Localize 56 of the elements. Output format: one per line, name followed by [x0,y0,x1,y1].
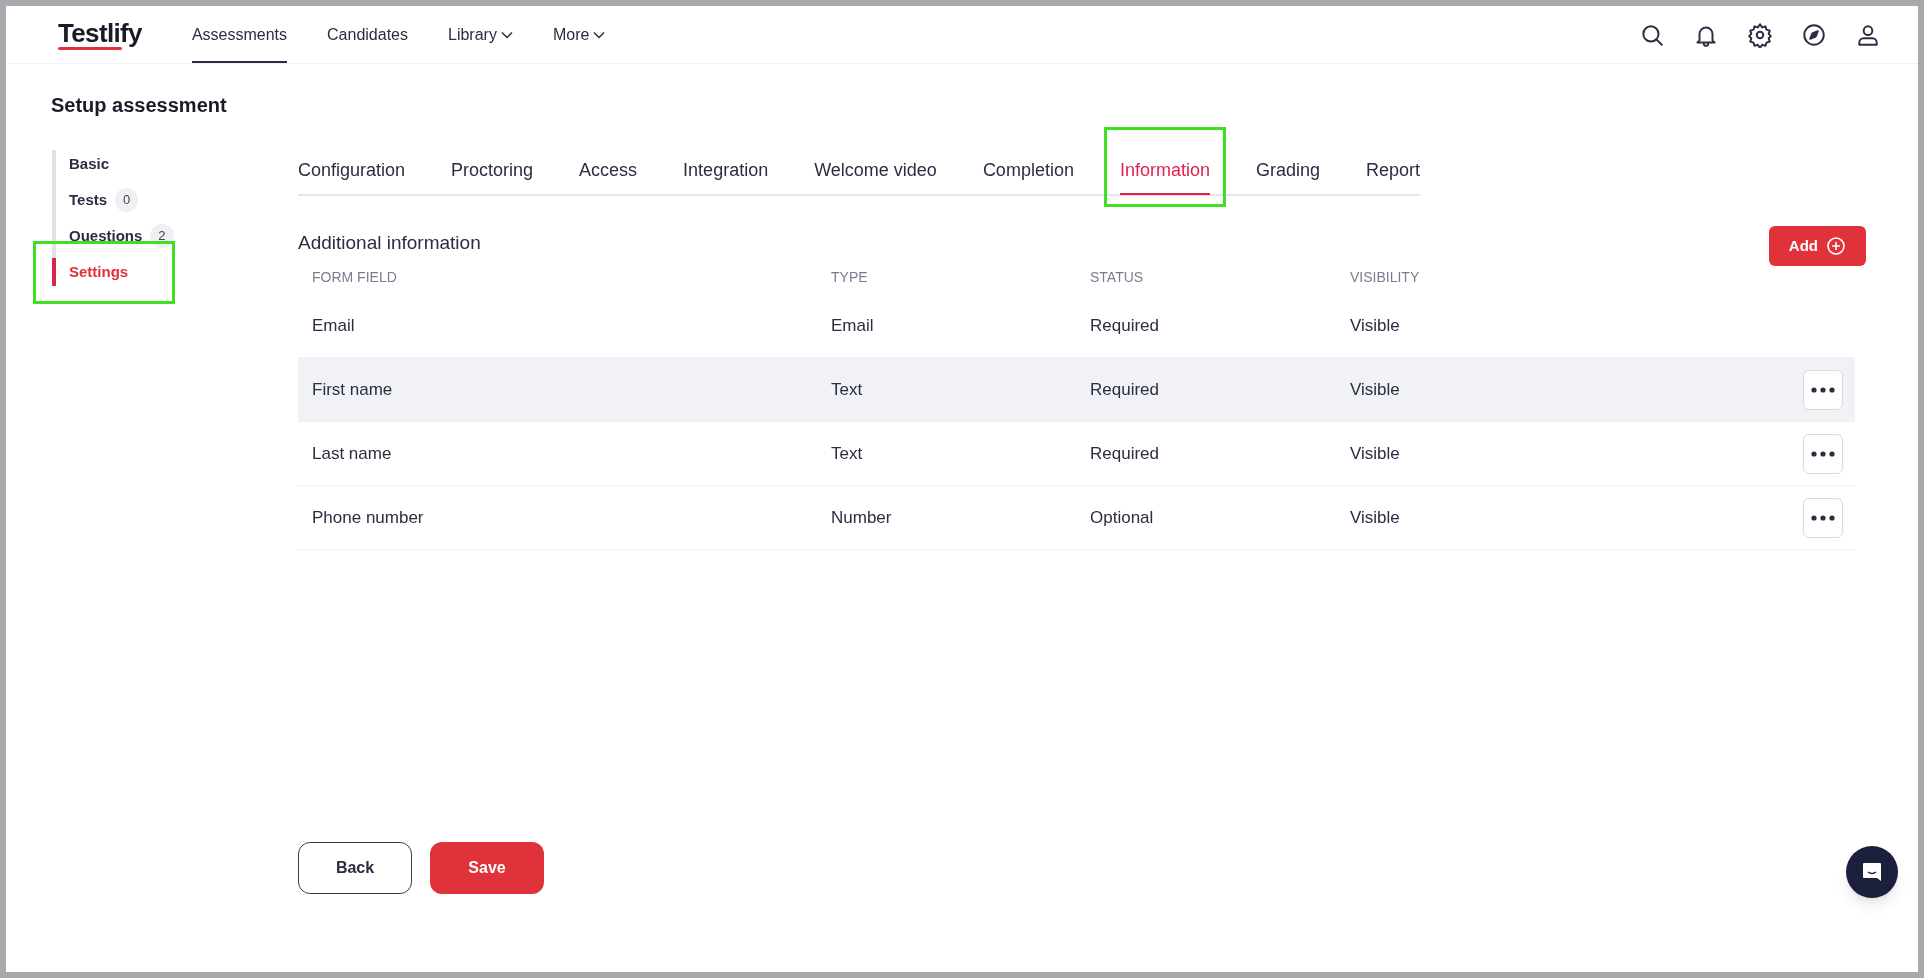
back-button[interactable]: Back [298,842,412,894]
tab[interactable]: Information [1119,152,1210,194]
column-header: VISIBILITY [1350,267,1420,287]
column-header: TYPE [831,267,868,287]
table-cell-text: Email [831,314,874,337]
chat-icon [1861,861,1883,883]
sidebar-item[interactable]: Settings [52,258,298,286]
table-cell-text: Phone number [312,506,424,529]
column-header: FORM FIELD [312,267,397,287]
tab[interactable]: Proctoring [451,152,534,194]
tab[interactable]: Grading [1255,152,1320,194]
table-cell-text: Last name [312,442,392,465]
column-header: STATUS [1090,267,1144,287]
more-button[interactable] [1803,497,1843,538]
table-cell-text: Required [1090,442,1159,465]
tab[interactable]: Integration [683,152,769,194]
tab[interactable]: Access [579,152,638,194]
table-cell-text: Visible [1350,506,1400,529]
more-icon [1811,386,1835,393]
page-title: Setup assessment [51,93,228,118]
more-button[interactable] [1803,369,1843,410]
logo-underline [58,46,122,50]
tab[interactable]: Completion [982,152,1074,194]
table-cell-text: Required [1090,378,1159,401]
chat-button[interactable] [1846,846,1898,898]
tab[interactable]: Welcome video [814,152,937,194]
table-cell-text: Visible [1350,378,1400,401]
table-cell-text: Required [1090,314,1159,337]
table-cell-text: Email [312,314,355,337]
table-cell-text: Visible [1350,442,1400,465]
sidebar-item[interactable]: Basic [52,150,298,178]
plus-circle-icon [1826,236,1846,256]
sidebar-item[interactable]: Questions 2 [52,222,298,250]
table-cell-text: Visible [1350,314,1400,337]
more-button[interactable] [1803,433,1843,474]
save-button[interactable]: Save [430,842,544,894]
nav-link[interactable]: Assessments [171,6,308,63]
nav-link[interactable]: Candidates [307,6,428,63]
nav-link[interactable]: More [532,6,626,63]
table-cell-text: Number [831,506,892,529]
sidebar-item[interactable]: Tests 0 [52,186,298,214]
tab[interactable]: Configuration [298,152,406,194]
count-badge: 2 [150,224,174,248]
more-icon [1811,514,1835,521]
nav-link[interactable]: Library [428,6,533,63]
logo-text: Testlify [58,19,142,46]
count-badge: 0 [115,188,139,212]
table-cell-text: Optional [1090,506,1154,529]
add-button[interactable]: Add [1768,226,1866,266]
table-cell-text: Text [831,442,863,465]
tab[interactable]: Report [1365,152,1420,194]
section-title: Additional information [298,230,481,255]
table-cell-text: First name [312,378,393,401]
settings-icon[interactable] [1746,20,1774,49]
more-icon [1811,450,1835,457]
table-cell-text: Text [831,378,863,401]
